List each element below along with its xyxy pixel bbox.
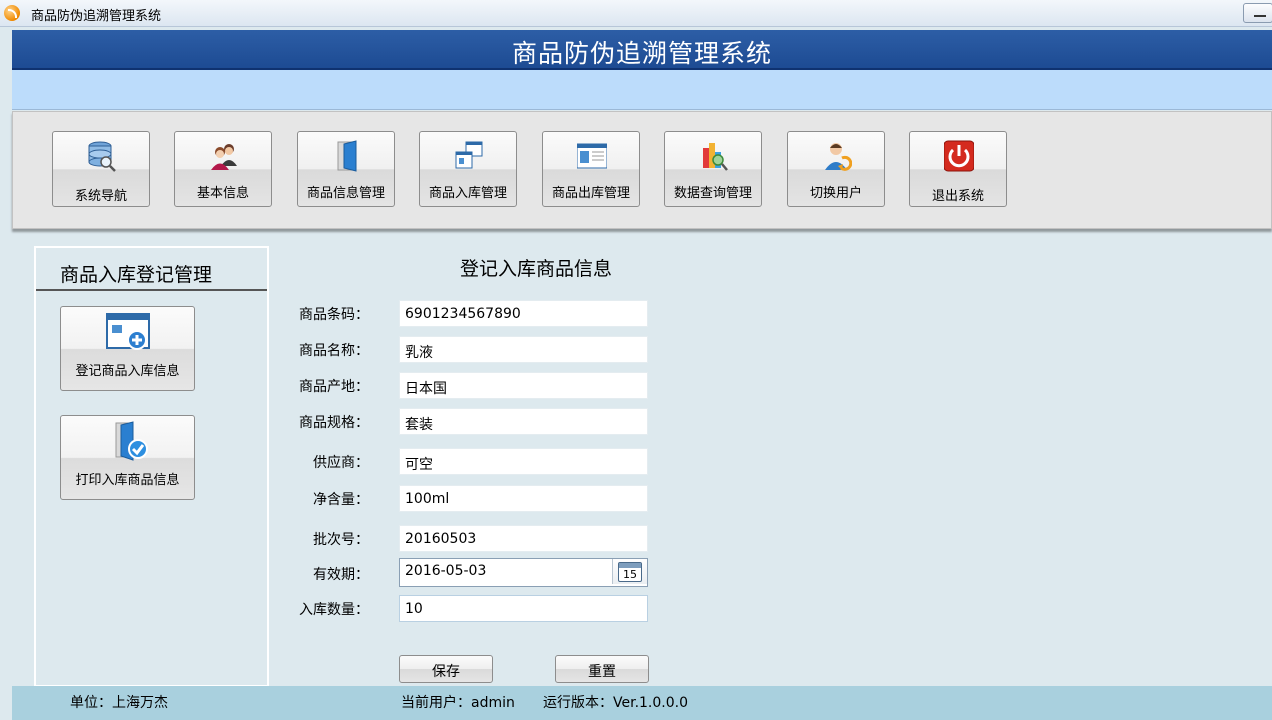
toolbar-button-stock-out[interactable]: 商品出库管理 <box>542 131 640 207</box>
toolbar-button-switch-user[interactable]: 切换用户 <box>787 131 885 207</box>
form-row-barcode: 商品条码： 6901234567890 <box>290 300 660 330</box>
expiry-label: 有效期： <box>313 567 369 583</box>
sidebar-heading: 商品入库登记管理 <box>60 264 213 286</box>
database-search-icon <box>88 141 116 172</box>
toolbar-label: 商品信息管理 <box>306 186 385 201</box>
quantity-label: 入库数量： <box>299 602 369 618</box>
toolbar-label: 系统导航 <box>74 189 127 204</box>
toolbar-label: 商品出库管理 <box>551 186 630 201</box>
form-title: 登记入库商品信息 <box>460 258 613 280</box>
stock-in-sidebar: 商品入库登记管理 登记商品入库信息 打印入库商品信息 <box>34 246 269 687</box>
form-row-origin: 商品产地： 日本国 <box>290 372 660 402</box>
form-row-expiry: 有效期： 2016-05-03 15 <box>290 558 660 588</box>
form-row-batch: 批次号： 20160503 <box>290 525 660 555</box>
form-row-supplier: 供应商： 可空 <box>290 448 660 478</box>
minimize-button[interactable] <box>1243 3 1272 23</box>
toolbar-button-product-info[interactable]: 商品信息管理 <box>297 131 395 207</box>
batch-label: 批次号： <box>313 532 369 548</box>
side-button-label: 登记商品入库信息 <box>75 364 180 379</box>
calendar-button[interactable]: 15 <box>612 559 647 584</box>
status-version: 运行版本：Ver.1.0.0.0 <box>543 695 689 711</box>
side-button-label: 打印入库商品信息 <box>75 473 180 488</box>
power-icon <box>944 140 974 172</box>
toolbar-button-system-nav[interactable]: 系统导航 <box>52 131 150 207</box>
spec-label: 商品规格： <box>299 415 369 431</box>
system-title: 商品防伪追溯管理系统 <box>511 39 772 68</box>
windows-icon <box>455 141 483 169</box>
window-titlebar: 商品防伪追溯管理系统 <box>0 0 1272 27</box>
status-bar: 单位：上海万杰 当前用户：admin 运行版本：Ver.1.0.0.0 <box>12 686 1272 720</box>
expiry-date-picker[interactable]: 2016-05-03 <box>399 558 648 587</box>
status-unit: 单位：上海万杰 <box>70 695 168 711</box>
window-title: 商品防伪追溯管理系统 <box>31 9 162 24</box>
barcode-input[interactable]: 6901234567890 <box>399 300 648 327</box>
toolbar-label: 基本信息 <box>196 186 249 201</box>
toolbar-label: 商品入库管理 <box>428 186 507 201</box>
save-button[interactable]: 保存 <box>399 655 493 683</box>
toolbar-button-data-query[interactable]: 数据查询管理 <box>664 131 762 207</box>
toolbar-label: 数据查询管理 <box>673 186 752 201</box>
calendar-icon: 15 <box>618 562 642 582</box>
net-content-input[interactable]: 100ml <box>399 485 648 512</box>
supplier-input[interactable]: 可空 <box>399 448 648 475</box>
sidebar-divider <box>36 289 267 291</box>
switch-user-icon <box>825 143 852 171</box>
toolbar-label: 切换用户 <box>809 186 862 201</box>
app-rss-icon <box>4 5 20 21</box>
net-content-label: 净含量： <box>313 492 369 508</box>
toolbar-button-basic-info[interactable]: 基本信息 <box>174 131 272 207</box>
print-stock-in-button[interactable]: 打印入库商品信息 <box>60 415 195 500</box>
form-row-spec: 商品规格： 套装 <box>290 408 660 438</box>
spec-input[interactable]: 套装 <box>399 408 648 435</box>
window-list-icon <box>577 143 607 169</box>
barcode-label: 商品条码： <box>299 307 369 323</box>
origin-label: 商品产地： <box>299 379 369 395</box>
batch-input[interactable]: 20160503 <box>399 525 648 552</box>
form-row-quantity: 入库数量： 10 <box>290 595 660 625</box>
origin-input[interactable]: 日本国 <box>399 372 648 399</box>
reset-button[interactable]: 重置 <box>555 655 649 683</box>
quantity-input[interactable]: 10 <box>399 595 648 622</box>
folder-icon <box>337 140 357 172</box>
app-header: 商品防伪追溯管理系统 <box>12 30 1272 70</box>
add-window-icon <box>106 313 150 350</box>
calendar-day: 15 <box>623 568 637 581</box>
main-toolbar: 系统导航 基本信息 商品信息管理 商品入库管理 商品出库管理 数据查询管理 切换… <box>12 111 1272 229</box>
users-icon <box>211 144 237 170</box>
chart-search-icon <box>703 143 728 171</box>
toolbar-button-stock-in[interactable]: 商品入库管理 <box>419 131 517 207</box>
status-current-user: 当前用户：admin <box>401 695 515 711</box>
toolbar-label: 退出系统 <box>931 189 984 204</box>
form-row-net-content: 净含量： 100ml <box>290 485 660 515</box>
folder-check-icon <box>115 421 148 461</box>
register-stock-in-button[interactable]: 登记商品入库信息 <box>60 306 195 391</box>
supplier-label: 供应商： <box>313 455 369 471</box>
toolbar-button-exit[interactable]: 退出系统 <box>909 131 1007 207</box>
header-subbar <box>12 70 1272 110</box>
form-row-name: 商品名称： 乳液 <box>290 336 660 366</box>
product-name-label: 商品名称： <box>299 343 369 359</box>
expiry-date-value: 2016-05-03 <box>405 563 487 579</box>
product-name-input[interactable]: 乳液 <box>399 336 648 363</box>
